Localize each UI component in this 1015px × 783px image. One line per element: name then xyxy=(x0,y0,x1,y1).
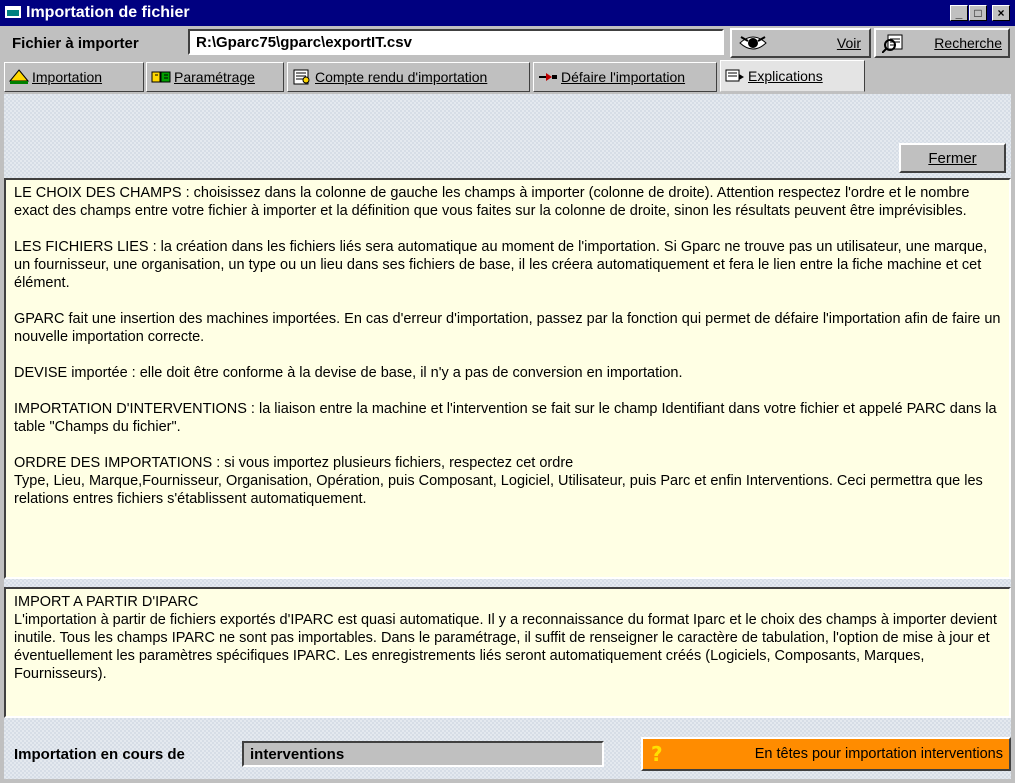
explanation-paragraph: GPARC fait une insertion des machines im… xyxy=(14,311,1001,345)
tab-importation-label: Importation xyxy=(32,69,103,85)
tab-explications[interactable]: Explications xyxy=(720,60,865,92)
tab-compte-rendu[interactable]: Compte rendu d'importation xyxy=(287,62,530,92)
import-icon xyxy=(9,69,29,84)
report-icon xyxy=(293,69,310,85)
explanation-paragraph: IMPORTATION D'INTERVENTIONS : la liaison… xyxy=(14,401,997,435)
tab-explications-label: Explications xyxy=(748,68,823,84)
tab-defaire-label: Défaire l'importation xyxy=(561,69,686,85)
explanation-paragraph: ORDRE DES IMPORTATIONS : si vous importe… xyxy=(14,455,983,507)
tab-importation[interactable]: Importation xyxy=(4,62,144,92)
iparc-heading: IMPORT A PARTIR D'IPARC xyxy=(14,594,199,610)
file-path-input[interactable]: R:\Gparc75\gparc\exportIT.csv xyxy=(188,29,724,55)
search-file-icon xyxy=(882,34,903,53)
undo-icon xyxy=(539,73,557,81)
status-label: Importation en cours de xyxy=(14,746,185,763)
minimize-button[interactable]: _ xyxy=(950,5,968,21)
explanation-paragraph: DEVISE importée : elle doit être conform… xyxy=(14,365,683,381)
explanation-paragraph: LE CHOIX DES CHAMPS : choisissez dans la… xyxy=(14,185,970,219)
app-icon xyxy=(5,6,21,18)
window-title: Importation de fichier xyxy=(26,4,190,21)
iparc-text: IMPORT A PARTIR D'IPARC L'importation à … xyxy=(4,587,1011,718)
close-window-button[interactable]: × xyxy=(992,5,1010,21)
iparc-body: L'importation à partir de fichiers expor… xyxy=(14,612,997,682)
file-label: Fichier à importer xyxy=(12,35,139,52)
explanation-paragraph: LES FICHIERS LIES : la création dans les… xyxy=(14,239,988,291)
search-button[interactable]: Recherche xyxy=(874,28,1010,58)
view-button-label: Voir xyxy=(836,35,861,51)
svg-text:?: ? xyxy=(651,742,663,766)
maximize-button[interactable]: □ xyxy=(969,5,987,21)
status-value: interventions xyxy=(242,741,604,767)
help-icon xyxy=(725,69,744,82)
headers-interventions-button[interactable]: ? En têtes pour importation intervention… xyxy=(641,737,1011,771)
settings-icon xyxy=(151,71,171,83)
view-button[interactable]: Voir xyxy=(730,28,871,58)
eye-icon xyxy=(739,36,767,50)
tab-compte-rendu-label: Compte rendu d'importation xyxy=(315,69,488,85)
title-bar: Importation de fichier _ □ × xyxy=(0,0,1015,26)
tab-parametrage-label: Paramétrage xyxy=(174,69,255,85)
tab-defaire[interactable]: Défaire l'importation xyxy=(533,62,717,92)
help-question-icon: ? xyxy=(651,742,663,766)
tab-parametrage[interactable]: Paramétrage xyxy=(146,62,284,92)
headers-interventions-label: En têtes pour importation interventions xyxy=(754,746,1003,762)
search-button-label: Recherche xyxy=(934,35,1002,51)
close-button[interactable]: Fermer xyxy=(899,143,1006,173)
explanations-text: LE CHOIX DES CHAMPS : choisissez dans la… xyxy=(4,178,1011,579)
close-button-label: Fermer xyxy=(928,149,977,167)
